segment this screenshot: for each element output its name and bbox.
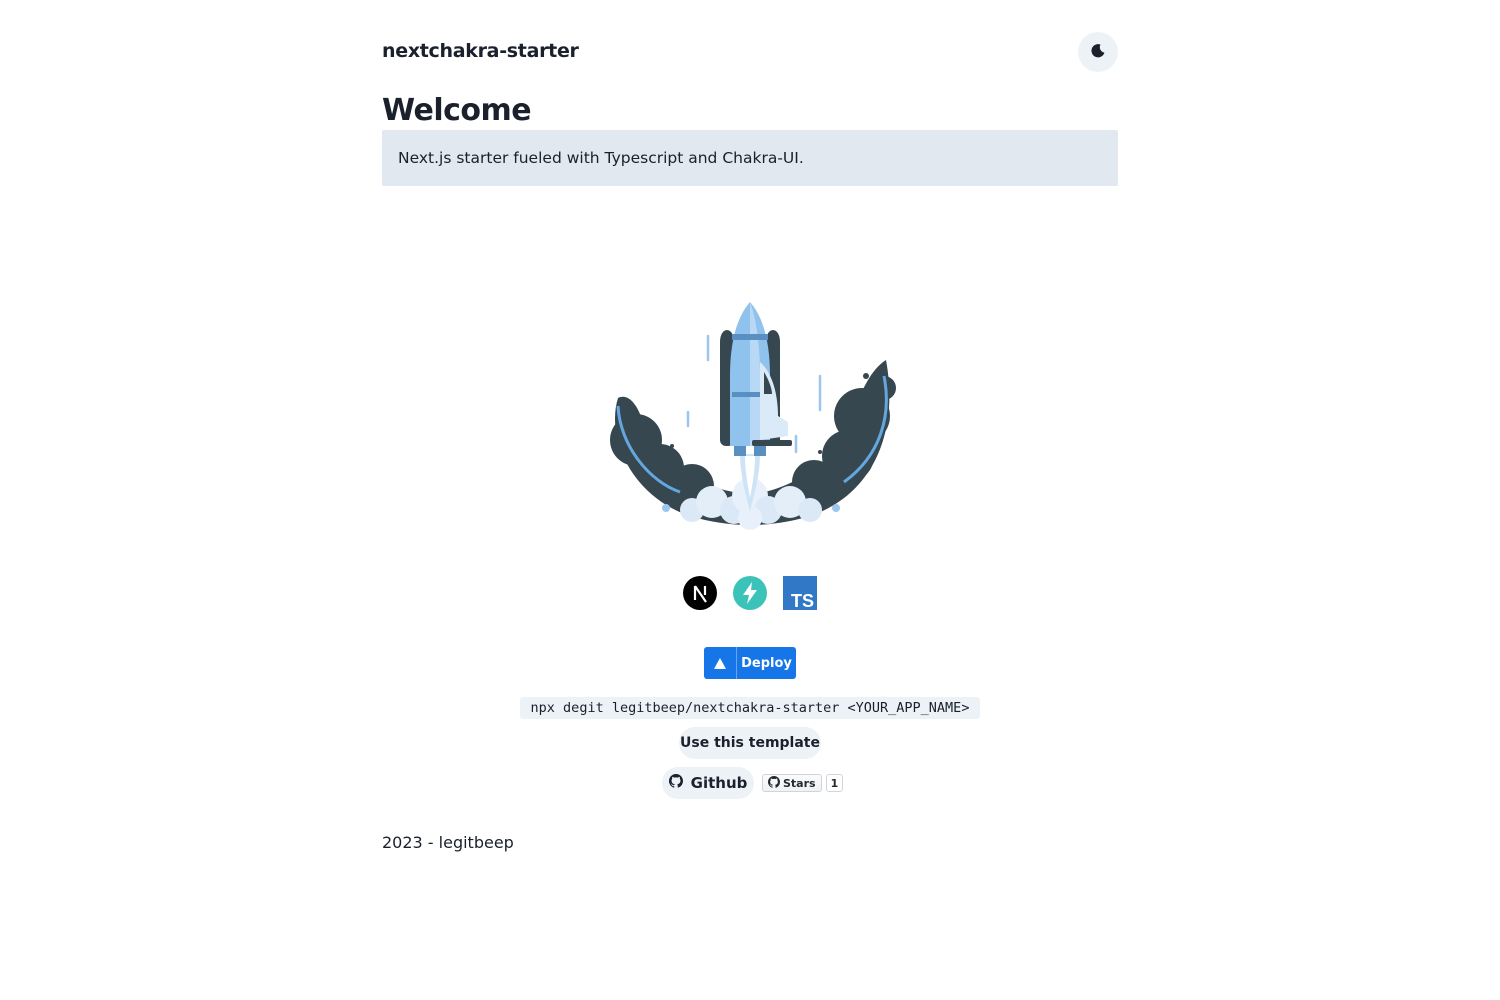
command-snippet[interactable]: npx degit legitbeep/nextchakra-starter <… — [520, 697, 980, 719]
chakra-ui-logo-icon[interactable] — [733, 576, 767, 610]
typescript-logo-text: TS — [791, 591, 814, 610]
github-label: Github — [690, 774, 748, 792]
vercel-triangle-icon — [704, 647, 737, 679]
stars-button[interactable]: Stars — [762, 774, 822, 792]
github-stars-widget: Stars 1 — [762, 773, 844, 793]
stars-label: Stars — [783, 776, 816, 790]
github-icon — [768, 775, 781, 791]
tagline-text: Next.js starter fueled with Typescript a… — [398, 149, 804, 167]
deploy-button[interactable]: Deploy — [704, 647, 796, 679]
page-heading: Welcome — [382, 93, 532, 128]
theme-toggle-button[interactable] — [1078, 32, 1118, 72]
moon-icon — [1090, 43, 1106, 62]
rocket-launch-illustration — [600, 296, 900, 532]
nextjs-logo-icon[interactable] — [683, 576, 717, 610]
typescript-logo-icon[interactable]: TS — [783, 576, 817, 610]
stars-count[interactable]: 1 — [825, 774, 844, 792]
use-template-button[interactable]: Use this template — [679, 727, 821, 759]
tech-icons-row: TS — [382, 576, 1118, 610]
footer-text: 2023 - legitbeep — [382, 833, 514, 852]
deploy-label: Deploy — [741, 655, 792, 671]
header: nextchakra-starter — [382, 32, 1118, 72]
github-icon — [668, 774, 683, 792]
github-button[interactable]: Github — [662, 767, 754, 799]
tagline-box: Next.js starter fueled with Typescript a… — [382, 130, 1118, 186]
site-title[interactable]: nextchakra-starter — [382, 40, 579, 62]
